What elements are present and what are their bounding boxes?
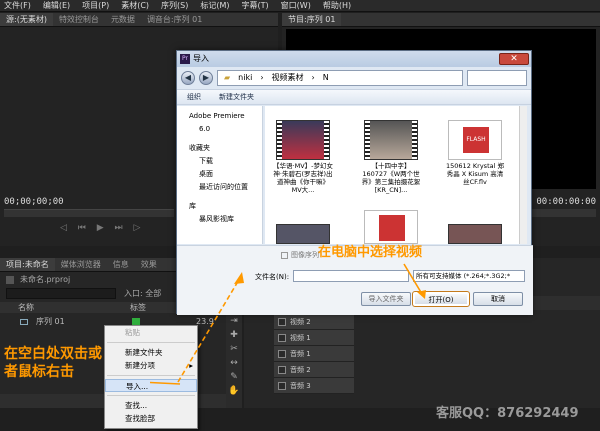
nav-item-6-0[interactable]: 6.0: [177, 123, 262, 136]
tab-media-browser[interactable]: 媒体浏览器: [55, 258, 107, 271]
menu-item-0[interactable]: 文件(F): [4, 0, 31, 11]
tab-source[interactable]: 源:(无素材): [0, 13, 53, 26]
video-thumbnail: [276, 120, 330, 160]
address-bar: ◀ ▶ ▰ niki › 视频素材 › N: [177, 67, 531, 89]
nav-item-adobe-premiere[interactable]: Adobe Premiere: [177, 110, 262, 123]
annotation-arrow: [150, 272, 244, 385]
close-icon[interactable]: ✕: [499, 53, 529, 65]
flash-file-icon: FLASH: [448, 120, 502, 160]
file-item[interactable]: 【十四中字】160727《W两个世界》第三集拍摄花絮[KR_CN]...: [361, 120, 421, 194]
source-scrubber[interactable]: [4, 209, 174, 217]
menu-item-4[interactable]: 序列(S): [161, 0, 188, 11]
nav-item-recent[interactable]: 最近访问的位置: [177, 181, 262, 194]
menu-item-find[interactable]: 查找...: [105, 399, 197, 412]
file-list: 【华语·MV】-梦幻女神·朱碧石(罗志祥)出道神曲《你干嘛》MV大... 【十四…: [265, 106, 527, 244]
dialog-titlebar: Pr 导入 ✕: [177, 51, 531, 67]
nav-item-downloads[interactable]: 下载: [177, 155, 262, 168]
annotation-left: 在空白处双击或者鼠标右击: [4, 346, 102, 380]
tab-metadata[interactable]: 元数据: [105, 13, 141, 26]
nav-item-baofeng-library[interactable]: 暴风影视库: [177, 213, 262, 226]
folder-icon: ▰: [224, 73, 231, 82]
scrollbar[interactable]: [519, 106, 527, 244]
menu-bar: 文件(F) 编辑(E) 项目(P) 素材(C) 序列(S) 标记(M) 字幕(T) 窗口(W)…: [0, 0, 600, 12]
nav-item-favorites[interactable]: 收藏夹: [177, 142, 262, 155]
breadcrumb[interactable]: ▰ niki › 视频素材 › N: [217, 70, 463, 86]
navigation-pane: Adobe Premiere 6.0 收藏夹 下载 桌面 最近访问的位置 库 暴…: [177, 106, 263, 244]
search-input[interactable]: [6, 288, 116, 299]
annotation-dialog: 在电脑中选择视频: [318, 245, 423, 260]
menu-item-5[interactable]: 标记(M): [200, 0, 229, 11]
premiere-icon: Pr: [180, 54, 190, 64]
file-item[interactable]: FLASH 150612 Krystal 郑秀晶 X Kisum 高清丝CF.f…: [445, 120, 505, 186]
col-label[interactable]: 标签: [130, 302, 146, 313]
source-transport-controls[interactable]: ◁ ⏮ ▶ ⏭ ▷: [60, 223, 170, 235]
nav-item-desktop[interactable]: 桌面: [177, 168, 262, 181]
new-folder-button[interactable]: 新建文件夹: [219, 90, 254, 104]
menu-item-1[interactable]: 编辑(E): [43, 0, 70, 11]
search-input[interactable]: [467, 70, 527, 86]
tab-program[interactable]: 节目:序列 01: [282, 13, 342, 26]
source-panel-tabs: 源:(无素材) 特效控制台 元数据 调音台:序列 01: [0, 13, 278, 27]
cancel-button[interactable]: 取消: [473, 292, 523, 306]
tab-info[interactable]: 信息: [107, 258, 135, 271]
menu-item-7[interactable]: 窗口(W): [281, 0, 311, 11]
project-file-label: 未命名.prproj: [6, 274, 70, 285]
file-item[interactable]: [273, 224, 333, 246]
source-timecode: 00;00;00;00: [4, 197, 64, 207]
program-timecode: 00:00:00:00: [536, 197, 596, 207]
back-icon[interactable]: ◀: [181, 71, 195, 85]
col-name[interactable]: 名称: [18, 302, 34, 313]
video-thumbnail: [364, 120, 418, 160]
watermark: 客服QQ：876292449: [436, 406, 579, 421]
tab-effect-controls[interactable]: 特效控制台: [53, 13, 105, 26]
program-scrubber[interactable]: [532, 209, 596, 217]
dialog-toolbar: 组织 新建文件夹: [177, 89, 531, 105]
tab-audio-mixer[interactable]: 调音台:序列 01: [141, 13, 208, 26]
menu-item-6[interactable]: 字幕(T): [242, 0, 269, 11]
forward-icon[interactable]: ▶: [199, 71, 213, 85]
file-item[interactable]: 【华语·MV】-梦幻女神·朱碧石(罗志祥)出道神曲《你干嘛》MV大...: [273, 120, 333, 194]
menu-item-8[interactable]: 帮助(H): [323, 0, 351, 11]
sequence-icon: [20, 319, 28, 325]
nav-item-libraries[interactable]: 库: [177, 200, 262, 213]
annotation-arrow-2: [403, 263, 426, 299]
file-item[interactable]: [445, 224, 505, 246]
file-item[interactable]: [361, 210, 421, 246]
menu-item-3[interactable]: 素材(C): [121, 0, 149, 11]
tab-project[interactable]: 项目:未命名: [0, 258, 55, 271]
menu-item-find-faces[interactable]: 查找脸部: [105, 412, 197, 425]
organize-button[interactable]: 组织: [187, 90, 201, 104]
project-file-icon: [6, 275, 14, 284]
menu-item-2[interactable]: 项目(P): [82, 0, 109, 11]
